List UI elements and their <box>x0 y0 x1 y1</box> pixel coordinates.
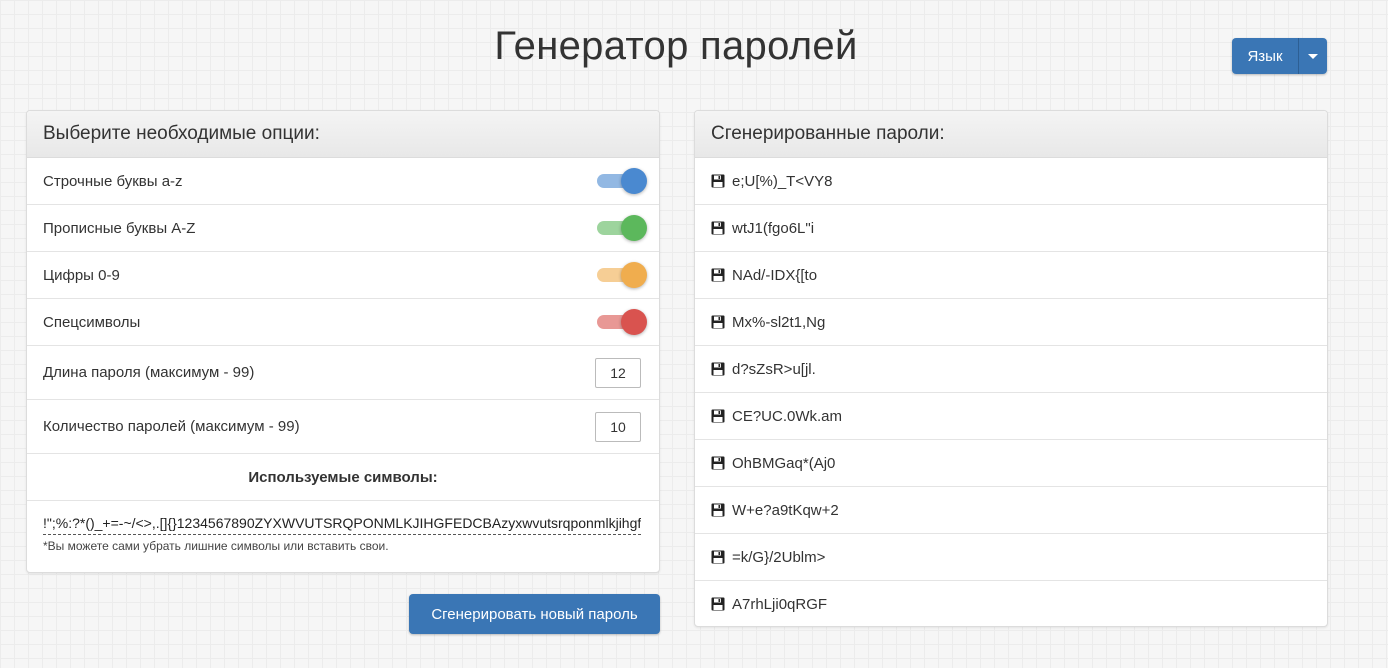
count-input[interactable] <box>595 411 641 442</box>
password-item[interactable]: W+e?a9tKqw+2 <box>695 487 1327 534</box>
option-special-label: Спецсимволы <box>43 313 141 331</box>
password-list: e;U[%)_T<VY8 wtJ1(fgo6L"i NAd/-IDX{[to Mx%-… <box>695 158 1327 627</box>
password-item[interactable]: wtJ1(fgo6L"i <box>695 205 1327 252</box>
password-item[interactable]: A7rhLji0qRGF <box>695 581 1327 627</box>
floppy-disk-icon[interactable] <box>711 174 725 188</box>
option-lowercase: Строчные буквы a-z <box>27 158 659 205</box>
page: Генератор паролей Язык Выберите необходи… <box>0 0 1388 668</box>
floppy-disk-icon[interactable] <box>711 362 725 376</box>
digits-toggle[interactable] <box>597 261 647 289</box>
password-text: CE?UC.0Wk.am <box>732 407 843 425</box>
option-special: Спецсимволы <box>27 299 659 346</box>
option-lowercase-label: Строчные буквы a-z <box>43 172 183 190</box>
password-item[interactable]: NAd/-IDX{[to <box>695 252 1327 299</box>
floppy-disk-icon[interactable] <box>711 221 725 235</box>
password-item[interactable]: =k/G}/2Ublm> <box>695 534 1327 581</box>
option-uppercase: Прописные буквы A-Z <box>27 205 659 252</box>
options-panel: Выберите необходимые опции: Строчные бук… <box>26 110 660 573</box>
password-item[interactable]: OhBMGaq*(Aj0 <box>695 440 1327 487</box>
floppy-disk-icon[interactable] <box>711 268 725 282</box>
password-text: A7rhLji0qRGF <box>732 595 828 613</box>
password-item[interactable]: e;U[%)_T<VY8 <box>695 158 1327 205</box>
password-item[interactable]: CE?UC.0Wk.am <box>695 393 1327 440</box>
password-text: d?sZsR>u[jl. <box>732 360 816 378</box>
password-text: W+e?a9tKqw+2 <box>732 501 839 519</box>
generate-button[interactable]: Сгенерировать новый пароль <box>409 594 660 634</box>
option-digits: Цифры 0-9 <box>27 252 659 299</box>
option-count: Количество паролей (максимум - 99) <box>27 400 659 454</box>
options-panel-title: Выберите необходимые опции: <box>27 111 659 158</box>
password-text: wtJ1(fgo6L"i <box>732 219 815 237</box>
option-length-label: Длина пароля (максимум - 99) <box>43 364 255 381</box>
option-uppercase-label: Прописные буквы A-Z <box>43 219 196 237</box>
password-text: e;U[%)_T<VY8 <box>732 172 833 190</box>
language-button-label[interactable]: Язык <box>1232 38 1299 74</box>
option-count-label: Количество паролей (максимум - 99) <box>43 418 300 435</box>
option-digits-label: Цифры 0-9 <box>43 266 120 284</box>
floppy-disk-icon[interactable] <box>711 597 725 611</box>
password-text: OhBMGaq*(Aj0 <box>732 454 836 472</box>
password-item[interactable]: d?sZsR>u[jl. <box>695 346 1327 393</box>
length-input[interactable] <box>595 357 641 388</box>
passwords-panel: Сгенерированные пароли: e;U[%)_T<VY8 wtJ1… <box>694 110 1328 627</box>
floppy-disk-icon[interactable] <box>711 503 725 517</box>
floppy-disk-icon[interactable] <box>711 409 725 423</box>
password-text: =k/G}/2Ublm> <box>732 548 826 566</box>
page-title: Генератор паролей <box>494 24 858 68</box>
symbols-section: *Вы можете сами убрать лишние символы ил… <box>27 501 659 553</box>
password-item[interactable]: Mx%-sl2t1,Ng <box>695 299 1327 346</box>
language-button[interactable]: Язык <box>1232 38 1327 74</box>
special-toggle[interactable] <box>597 308 647 336</box>
floppy-disk-icon[interactable] <box>711 456 725 470</box>
language-dropdown-toggle[interactable] <box>1299 38 1327 74</box>
chevron-down-icon <box>1308 53 1318 59</box>
passwords-panel-title: Сгенерированные пароли: <box>695 111 1327 158</box>
symbols-input[interactable] <box>43 513 641 535</box>
floppy-disk-icon[interactable] <box>711 550 725 564</box>
symbols-title: Используемые символы: <box>27 454 659 501</box>
uppercase-toggle[interactable] <box>597 214 647 242</box>
password-text: NAd/-IDX{[to <box>732 266 818 284</box>
lowercase-toggle[interactable] <box>597 167 647 195</box>
option-length: Длина пароля (максимум - 99) <box>27 346 659 400</box>
floppy-disk-icon[interactable] <box>711 315 725 329</box>
password-text: Mx%-sl2t1,Ng <box>732 313 826 331</box>
symbols-note: *Вы можете сами убрать лишние символы ил… <box>43 539 389 553</box>
